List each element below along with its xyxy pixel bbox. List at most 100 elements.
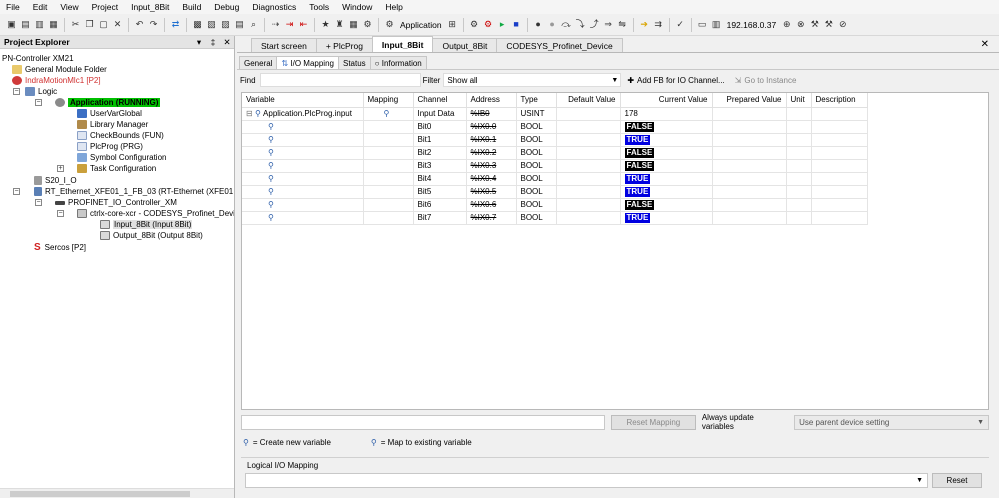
tree-node-symbol-configuration[interactable]: Symbol Configuration: [77, 152, 166, 163]
cell-address[interactable]: %IX0.2: [466, 146, 517, 160]
device-icon[interactable]: ♜: [334, 19, 345, 30]
cell-variable[interactable]: ⚲: [242, 211, 364, 225]
login-icon[interactable]: ⇥: [284, 19, 295, 30]
subtab-status[interactable]: Status: [337, 56, 371, 69]
open-project-icon[interactable]: ▤: [20, 19, 31, 30]
cell-type[interactable]: BOOL: [516, 133, 557, 147]
cell-current-value[interactable]: TRUE: [620, 133, 713, 147]
collapse-icon[interactable]: −: [13, 188, 20, 195]
tree-node-general-module-folder[interactable]: General Module Folder: [12, 64, 107, 75]
cell-current-value[interactable]: TRUE: [620, 185, 713, 199]
cell-unit[interactable]: [786, 211, 812, 225]
cell-variable[interactable]: ⚲: [242, 185, 364, 199]
tree-node-indramotion[interactable]: IndraMotionMlc1 [P2]: [12, 75, 101, 86]
col-default-value[interactable]: Default Value: [556, 93, 621, 108]
scrollbar-thumb[interactable]: [10, 491, 190, 497]
table-row[interactable]: ⚲ Bit6 %IX0.6 BOOL FALSE: [242, 198, 868, 212]
cell-current-value[interactable]: FALSE: [620, 198, 713, 212]
cell-channel[interactable]: Input Data: [413, 107, 467, 121]
paste-icon[interactable]: ▢: [98, 19, 109, 30]
tree-node-output-8bit[interactable]: Output_8Bit (Output 8Bit): [100, 230, 203, 241]
cell-mapping[interactable]: [363, 172, 414, 186]
save-icon[interactable]: ▥: [34, 19, 45, 30]
cell-prepared-value[interactable]: [712, 198, 787, 212]
wrench-icon[interactable]: ⚒: [823, 19, 834, 30]
menu-file[interactable]: File: [6, 2, 20, 12]
cell-unit[interactable]: [786, 107, 812, 121]
dropdown-icon[interactable]: ▾: [192, 37, 206, 48]
cell-unit[interactable]: [786, 185, 812, 199]
cell-prepared-value[interactable]: [712, 211, 787, 225]
cell-current-value[interactable]: TRUE: [620, 211, 713, 225]
close-editor-icon[interactable]: ✕: [981, 39, 989, 50]
cell-variable[interactable]: ⚲: [242, 146, 364, 160]
cell-prepared-value[interactable]: [712, 172, 787, 186]
cell-prepared-value[interactable]: [712, 185, 787, 199]
table-row[interactable]: ⚲ Bit2 %IX0.2 BOOL FALSE: [242, 146, 868, 160]
pin-icon[interactable]: ‡: [206, 37, 220, 47]
ip-address[interactable]: 192.168.0.37: [725, 20, 779, 30]
horizontal-scrollbar[interactable]: [0, 488, 234, 498]
cell-address[interactable]: %IX0.7: [466, 211, 517, 225]
menu-project[interactable]: Project: [92, 2, 118, 12]
add-fb-button[interactable]: ✚ Add FB for IO Channel...: [627, 76, 724, 85]
cell-current-value[interactable]: FALSE: [620, 120, 713, 134]
check-icon[interactable]: ✓: [675, 19, 686, 30]
cell-variable[interactable]: ⊟ ⚲ Application.PlcProg.input: [242, 107, 364, 121]
cell-mapping[interactable]: [363, 198, 414, 212]
cell-variable[interactable]: ⚲: [242, 159, 364, 173]
find-icon[interactable]: ⌕: [248, 19, 259, 30]
scan-icon[interactable]: ⊗: [795, 19, 806, 30]
cell-default-value[interactable]: [556, 146, 621, 160]
new-project-icon[interactable]: ▣: [6, 19, 17, 30]
write-values-icon[interactable]: ⇋: [617, 19, 628, 30]
col-type[interactable]: Type: [516, 93, 557, 108]
cut-icon[interactable]: ✂: [70, 19, 81, 30]
cell-default-value[interactable]: [556, 172, 621, 186]
unforce-icon[interactable]: ⇉: [653, 19, 664, 30]
cell-unit[interactable]: [786, 133, 812, 147]
active-application[interactable]: Application: [398, 20, 444, 30]
cell-description[interactable]: [811, 211, 868, 225]
tree-node-plcprog[interactable]: PlcProg (PRG): [77, 141, 143, 152]
step-over-icon[interactable]: ⤼: [561, 19, 572, 30]
cell-type[interactable]: BOOL: [516, 198, 557, 212]
clean-icon[interactable]: ▤: [234, 19, 245, 30]
tree-node-pn-controller[interactable]: PN-Controller XM21: [2, 53, 74, 64]
cell-description[interactable]: [811, 146, 868, 160]
menu-tools[interactable]: Tools: [309, 2, 329, 12]
cell-prepared-value[interactable]: [712, 133, 787, 147]
cell-description[interactable]: [811, 198, 868, 212]
table-row[interactable]: ⚲ Bit5 %IX0.5 BOOL TRUE: [242, 185, 868, 199]
rebuild-icon[interactable]: ▧: [206, 19, 217, 30]
menu-input-8bit[interactable]: Input_8Bit: [131, 2, 169, 12]
cell-channel[interactable]: Bit4: [413, 172, 467, 186]
logout-icon[interactable]: ⇤: [298, 19, 309, 30]
breakpoint-off-icon[interactable]: ●: [547, 19, 558, 30]
cell-mapping[interactable]: [363, 159, 414, 173]
tree-node-input-8bit[interactable]: Input_8Bit (Input 8Bit): [100, 219, 193, 230]
tree-node-checkbounds[interactable]: CheckBounds (FUN): [77, 130, 164, 141]
tab-input-8bit[interactable]: Input_8Bit: [371, 36, 434, 52]
expand-icon[interactable]: +: [57, 165, 64, 172]
cell-channel[interactable]: Bit3: [413, 159, 467, 173]
filter-select[interactable]: Show all ▼: [443, 73, 622, 87]
cell-default-value[interactable]: [556, 211, 621, 225]
cell-default-value[interactable]: [556, 185, 621, 199]
cell-variable[interactable]: ⚲: [242, 172, 364, 186]
cell-address[interactable]: %IX0.3: [466, 159, 517, 173]
tree-node-profinet-device[interactable]: ctrlx-core-xcr - CODESYS_Profinet_Device: [77, 208, 234, 219]
col-variable[interactable]: Variable: [242, 93, 364, 108]
col-description[interactable]: Description: [811, 93, 868, 108]
cell-type[interactable]: BOOL: [516, 211, 557, 225]
generate-icon[interactable]: ▨: [220, 19, 231, 30]
application-select-icon[interactable]: ⊞: [447, 19, 458, 30]
cell-channel[interactable]: Bit0: [413, 120, 467, 134]
cell-address[interactable]: %IX0.4: [466, 172, 517, 186]
force-values-icon[interactable]: ➔: [639, 19, 650, 30]
table-row[interactable]: ⚲ Bit4 %IX0.4 BOOL TRUE: [242, 172, 868, 186]
cell-mapping[interactable]: [363, 133, 414, 147]
tree-node-s20-io[interactable]: S20_I_O: [34, 175, 77, 186]
table-row[interactable]: ⊟ ⚲ Application.PlcProg.input ⚲ Input Data…: [242, 107, 868, 121]
cell-address[interactable]: %IX0.5: [466, 185, 517, 199]
